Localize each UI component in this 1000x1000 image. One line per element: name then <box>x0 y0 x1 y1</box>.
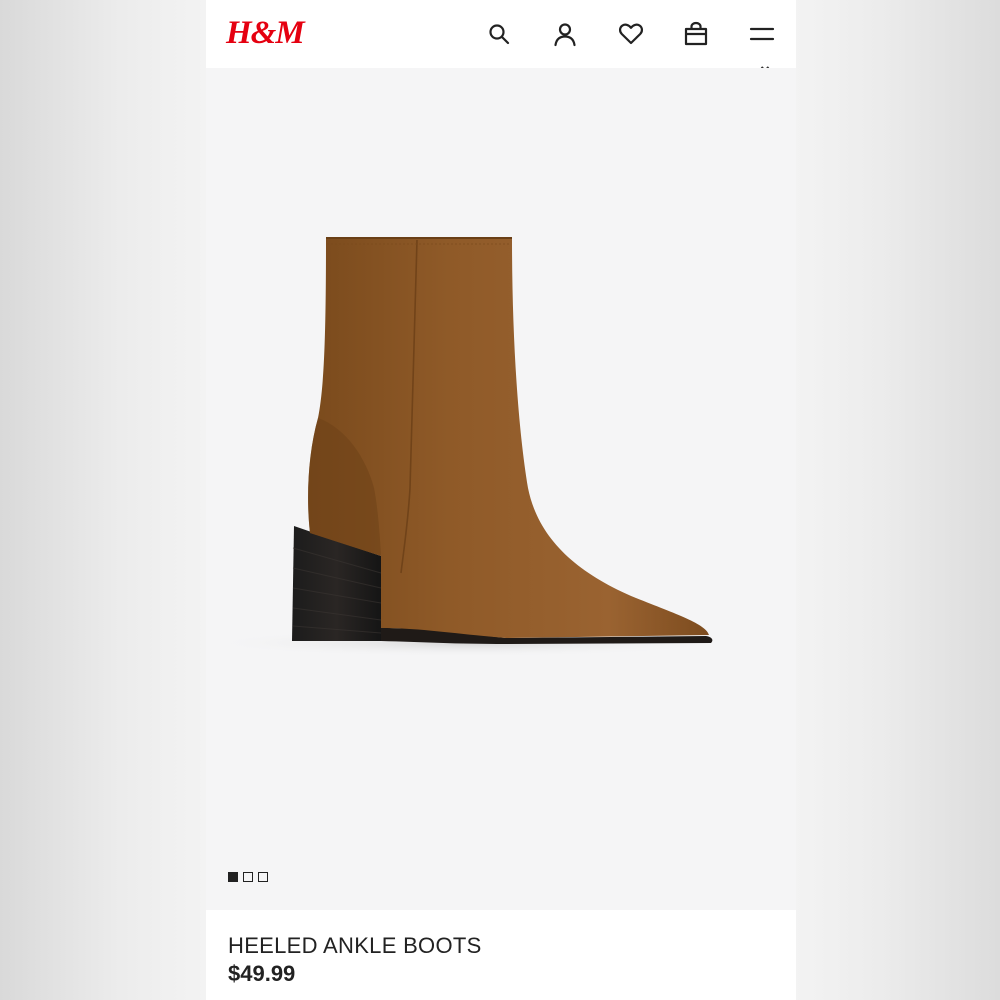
product-title: HEELED ANKLE BOOTS <box>228 933 482 958</box>
top-navigation-bar: H&M <box>206 0 796 68</box>
favorites-heart-icon[interactable] <box>614 17 648 51</box>
search-icon[interactable] <box>482 17 516 51</box>
product-info: HEELED ANKLE BOOTS $49.99 <box>206 910 796 1000</box>
product-image[interactable] <box>206 68 796 910</box>
brand-logo[interactable]: H&M <box>226 13 305 53</box>
boot-illustration <box>206 237 726 657</box>
carousel-dot-2[interactable] <box>243 872 253 882</box>
account-icon[interactable] <box>548 17 582 51</box>
shopping-bag-icon[interactable] <box>679 17 713 51</box>
menu-icon[interactable] <box>745 17 779 51</box>
carousel-dot-1[interactable] <box>228 872 238 882</box>
carousel-dot-3[interactable] <box>258 872 268 882</box>
product-price: $49.99 <box>228 961 296 986</box>
product-page: H&M HEELED ANKLE BOOTS $49.99 <box>206 0 796 1000</box>
image-carousel-indicator <box>228 872 268 882</box>
